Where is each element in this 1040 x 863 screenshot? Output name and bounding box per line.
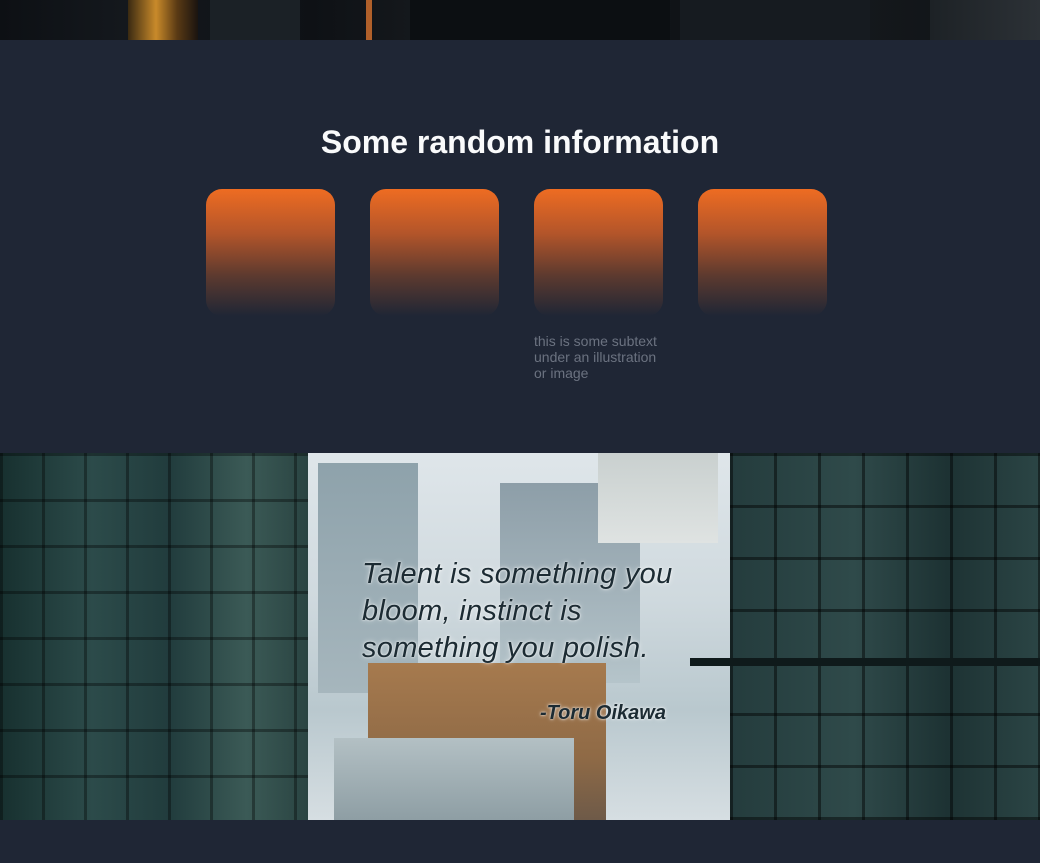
footer-band — [0, 820, 1040, 863]
illustration-tile-3 — [534, 189, 663, 316]
illustration-tile-4 — [698, 189, 827, 316]
info-section: Some random information this is some sub… — [0, 40, 1040, 453]
top-banner-image — [0, 0, 1040, 40]
tile-subtext: this is some subtext under an illustrati… — [534, 333, 657, 381]
illustration-tile-1 — [206, 189, 335, 316]
illustration-tile-2 — [370, 189, 499, 316]
quote-author: -Toru Oikawa — [540, 702, 666, 724]
quote-section: Talent is something you bloom, instinct … — [0, 453, 1040, 820]
section-title: Some random information — [320, 124, 720, 160]
quote-text: Talent is something you bloom, instinct … — [362, 558, 673, 664]
